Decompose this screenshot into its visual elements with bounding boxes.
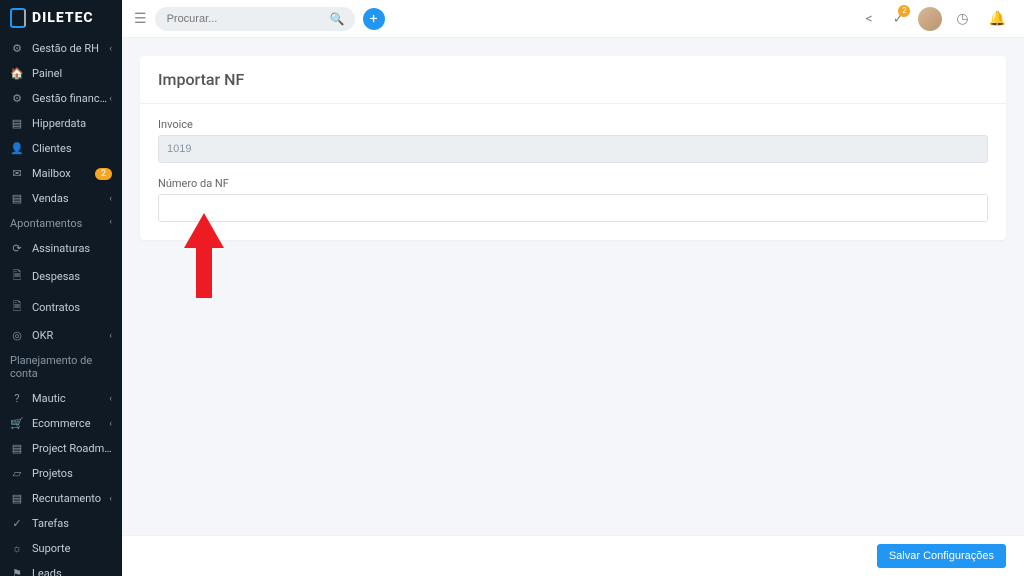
footer-bar: Salvar Configurações bbox=[122, 535, 1024, 576]
sidebar-item-label: Painel bbox=[32, 67, 112, 80]
sidebar-item-projetos[interactable]: ▱ Projetos bbox=[0, 461, 122, 486]
sidebar-item-label: Assinaturas bbox=[32, 242, 112, 255]
brand-icon bbox=[10, 8, 26, 28]
nf-field[interactable] bbox=[158, 194, 988, 222]
chevron-left-icon: ‹ bbox=[109, 394, 112, 404]
sidebar-item-label: Gestão financeira bbox=[32, 92, 109, 105]
nav-icon: ✓ bbox=[10, 517, 24, 530]
sidebar-item-label: Suporte bbox=[32, 542, 112, 555]
invoice-label: Invoice bbox=[158, 118, 988, 131]
nav-icon: 🗎 bbox=[10, 267, 24, 286]
nav-icon: 👤 bbox=[10, 142, 24, 155]
sidebar-item-leads[interactable]: ⚑ Leads bbox=[0, 561, 122, 576]
sidebar-header-apontamentos: Apontamentos ‹ bbox=[0, 211, 122, 236]
avatar[interactable] bbox=[918, 7, 942, 31]
brand-text: DILETEC bbox=[32, 10, 94, 26]
clock-icon[interactable]: ◷ bbox=[956, 11, 968, 27]
search-input[interactable] bbox=[155, 7, 355, 31]
sidebar-item-hipperdata[interactable]: ▤ Hipperdata bbox=[0, 111, 122, 136]
nav-icon: ▤ bbox=[10, 117, 24, 130]
nav-icon: 🏠 bbox=[10, 67, 24, 80]
chevron-left-icon: ‹ bbox=[109, 494, 112, 504]
sidebar-item-contratos[interactable]: 🗎 Contratos bbox=[0, 292, 122, 323]
sidebar-item-label: Project Roadmap bbox=[32, 442, 112, 455]
sidebar-item-label: Projetos bbox=[32, 467, 112, 480]
topbar: ☰ 🔍 + < ✓2 ◷ 🔔 bbox=[122, 0, 1024, 38]
sidebar-header-planejamento: Planejamento de conta bbox=[0, 348, 122, 386]
sidebar-item-recrutamento[interactable]: ▤ Recrutamento‹ bbox=[0, 486, 122, 511]
sidebar-item-okr[interactable]: ◎ OKR‹ bbox=[0, 323, 122, 348]
content: Importar NF Invoice Número da NF bbox=[122, 38, 1024, 535]
card-importar-nf: Importar NF Invoice Número da NF bbox=[140, 56, 1006, 240]
nav-icon: ◎ bbox=[10, 329, 24, 342]
nav-icon: ? bbox=[10, 392, 24, 405]
main-area: ☰ 🔍 + < ✓2 ◷ 🔔 Importar NF Invoice bbox=[122, 0, 1024, 576]
nav-icon: ▱ bbox=[10, 467, 24, 480]
card-header: Importar NF bbox=[140, 56, 1006, 104]
nav-icon: 🗎 bbox=[10, 298, 24, 317]
sidebar-item-gestão-financeira[interactable]: ⚙ Gestão financeira‹ bbox=[0, 86, 122, 111]
chevron-left-icon: ‹ bbox=[109, 331, 112, 341]
sidebar-toggle-icon[interactable]: ☰ bbox=[134, 11, 147, 27]
sidebar-item-suporte[interactable]: ☼ Suporte bbox=[0, 536, 122, 561]
page-title: Importar NF bbox=[158, 70, 988, 89]
nav-icon: ☼ bbox=[10, 542, 24, 555]
share-icon[interactable]: < bbox=[865, 11, 872, 27]
sidebar: DILETEC ⚙Gestão de RH‹🏠Painel⚙Gestão fin… bbox=[0, 0, 122, 576]
notif-badge: 2 bbox=[898, 5, 910, 17]
badge: 2 bbox=[95, 168, 112, 180]
nav-icon: ▤ bbox=[10, 492, 24, 505]
invoice-field bbox=[158, 135, 988, 163]
chevron-left-icon: ‹ bbox=[109, 419, 112, 429]
nav-icon: ⚑ bbox=[10, 567, 24, 576]
save-button[interactable]: Salvar Configurações bbox=[877, 544, 1006, 568]
chevron-left-icon: ‹ bbox=[109, 44, 112, 54]
nf-label: Número da NF bbox=[158, 177, 988, 190]
sidebar-item-gestão-de-rh[interactable]: ⚙ Gestão de RH‹ bbox=[0, 36, 122, 61]
sidebar-item-label: Ecommerce bbox=[32, 417, 109, 430]
sidebar-item-clientes[interactable]: 👤 Clientes bbox=[0, 136, 122, 161]
brand-logo[interactable]: DILETEC bbox=[0, 0, 122, 36]
sidebar-item-label: Vendas bbox=[32, 192, 109, 205]
nav-icon: ▤ bbox=[10, 442, 24, 455]
sidebar-item-assinaturas[interactable]: ⟳ Assinaturas bbox=[0, 236, 122, 261]
sidebar-item-label: Despesas bbox=[32, 270, 112, 283]
sidebar-item-label: Recrutamento bbox=[32, 492, 109, 505]
sidebar-item-label: Tarefas bbox=[32, 517, 112, 530]
sidebar-item-mailbox[interactable]: ✉ Mailbox 2 bbox=[0, 161, 122, 186]
bell-icon[interactable]: 🔔 bbox=[989, 11, 1006, 27]
sidebar-item-mautic[interactable]: ? Mautic‹ bbox=[0, 386, 122, 411]
nav-icon: ✉ bbox=[10, 167, 24, 180]
check-icon[interactable]: ✓2 bbox=[893, 11, 905, 27]
sidebar-item-label: OKR bbox=[32, 329, 109, 342]
nav-icon: ▤ bbox=[10, 192, 24, 205]
nav-icon: ⚙ bbox=[10, 42, 24, 55]
sidebar-item-ecommerce[interactable]: 🛒 Ecommerce‹ bbox=[0, 411, 122, 436]
sidebar-item-project-roadmap[interactable]: ▤ Project Roadmap bbox=[0, 436, 122, 461]
sidebar-item-despesas[interactable]: 🗎 Despesas bbox=[0, 261, 122, 292]
sidebar-item-tarefas[interactable]: ✓ Tarefas bbox=[0, 511, 122, 536]
chevron-left-icon: ‹ bbox=[109, 194, 112, 204]
add-button[interactable]: + bbox=[363, 8, 385, 30]
nav-icon: ⚙ bbox=[10, 92, 24, 105]
sidebar-item-label: Mautic bbox=[32, 392, 109, 405]
sidebar-item-vendas[interactable]: ▤ Vendas‹ bbox=[0, 186, 122, 211]
sidebar-item-label: Mailbox bbox=[32, 167, 91, 180]
sidebar-item-label: Leads bbox=[32, 567, 112, 576]
sidebar-item-painel[interactable]: 🏠 Painel bbox=[0, 61, 122, 86]
sidebar-item-label: Gestão de RH bbox=[32, 42, 109, 55]
sidebar-item-label: Clientes bbox=[32, 142, 112, 155]
search-icon[interactable]: 🔍 bbox=[330, 12, 345, 26]
nav-icon: 🛒 bbox=[10, 417, 24, 430]
sidebar-item-label: Hipperdata bbox=[32, 117, 112, 130]
nav-icon: ⟳ bbox=[10, 242, 24, 255]
chevron-left-icon: ‹ bbox=[109, 94, 112, 104]
sidebar-item-label: Contratos bbox=[32, 301, 112, 314]
